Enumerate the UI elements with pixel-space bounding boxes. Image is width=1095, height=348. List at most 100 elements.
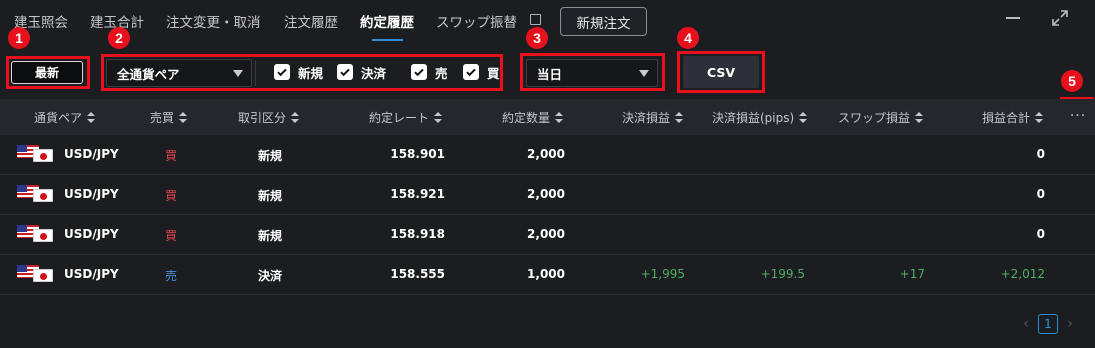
column-header-swap-pl-label: スワップ損益 bbox=[838, 111, 911, 125]
column-header-settlement-pl-label: 決済損益 bbox=[622, 111, 671, 125]
column-header-type[interactable]: 取引区分 bbox=[238, 109, 300, 126]
cell-swap-pl: +17 bbox=[899, 267, 925, 281]
cell-type: 新規 bbox=[258, 149, 283, 163]
annotation-badge-3: 3 bbox=[526, 27, 548, 49]
usd-jpy-flag-icon bbox=[17, 185, 53, 202]
table-row[interactable]: USD/JPY 売 決済 158.555 1,000 +1,995 +199.5… bbox=[0, 255, 1095, 295]
pager-current-page[interactable]: 1 bbox=[1038, 314, 1058, 334]
cell-quantity: 2,000 bbox=[527, 147, 565, 161]
usd-jpy-flag-icon bbox=[17, 265, 53, 282]
column-header-quantity[interactable]: 約定数量 bbox=[502, 109, 564, 126]
checkbox-close[interactable]: 決済 bbox=[337, 64, 387, 81]
new-order-button[interactable]: 新規注文 bbox=[560, 7, 647, 36]
chevron-down-icon bbox=[639, 70, 649, 77]
column-header-settlement-pips[interactable]: 決済損益(pips) bbox=[712, 109, 808, 126]
checkmark-icon bbox=[337, 64, 353, 80]
column-header-settlement-pips-label: 決済損益(pips) bbox=[712, 111, 795, 125]
cell-type: 新規 bbox=[258, 229, 283, 243]
checkbox-sell[interactable]: 売 bbox=[411, 64, 448, 81]
sort-icon bbox=[555, 112, 564, 123]
annotation-badge-4: 4 bbox=[677, 27, 699, 49]
cell-total-pl: 0 bbox=[1036, 227, 1045, 241]
table-row[interactable]: USD/JPY 買 新規 158.921 2,000 0 bbox=[0, 175, 1095, 215]
annotation-badge-5: 5 bbox=[1061, 70, 1083, 92]
more-options-button[interactable]: ··· bbox=[1065, 103, 1091, 129]
toolbar-divider bbox=[255, 60, 256, 86]
column-header-pair[interactable]: 通貨ペア bbox=[34, 109, 96, 126]
cell-side: 買 bbox=[165, 149, 178, 163]
filter-toolbar: 最新 全通貨ペア 新規 決済 売 買 当日 CSV bbox=[0, 50, 1095, 94]
checkbox-buy[interactable]: 買 bbox=[463, 64, 500, 81]
column-header-side[interactable]: 売買 bbox=[150, 109, 188, 126]
annotation-badge-1: 1 bbox=[8, 27, 30, 49]
sort-icon bbox=[915, 112, 924, 123]
table-header: 通貨ペア 売買 取引区分 約定レート 約定数量 決済損益 決済損益(pips) … bbox=[0, 99, 1095, 135]
cell-quantity: 1,000 bbox=[527, 267, 565, 281]
cell-pair: USD/JPY bbox=[64, 267, 119, 281]
cell-side: 売 bbox=[165, 269, 178, 283]
column-header-type-label: 取引区分 bbox=[238, 111, 287, 125]
period-select-value: 当日 bbox=[537, 66, 563, 82]
tab-order-modify-cancel[interactable]: 注文変更・取消 bbox=[166, 11, 261, 31]
checkmark-icon bbox=[274, 64, 290, 80]
table-row[interactable]: USD/JPY 買 新規 158.901 2,000 0 bbox=[0, 135, 1095, 175]
popout-icon[interactable] bbox=[530, 14, 541, 25]
column-header-rate[interactable]: 約定レート bbox=[369, 109, 443, 126]
checkbox-new-label: 新規 bbox=[298, 65, 324, 81]
cell-pair: USD/JPY bbox=[64, 187, 119, 201]
column-header-rate-label: 約定レート bbox=[369, 111, 430, 125]
table-row[interactable]: USD/JPY 買 新規 158.918 2,000 0 bbox=[0, 215, 1095, 255]
minimize-icon[interactable] bbox=[1006, 17, 1020, 19]
tab-swap-transfer[interactable]: スワップ振替 bbox=[436, 11, 517, 31]
csv-export-button[interactable]: CSV bbox=[683, 56, 759, 88]
annotation-badge-2: 2 bbox=[108, 27, 130, 49]
usd-jpy-flag-icon bbox=[17, 145, 53, 162]
period-select[interactable]: 当日 bbox=[526, 59, 658, 87]
cell-side: 買 bbox=[165, 189, 178, 203]
pager-prev-icon[interactable]: ‹ bbox=[1018, 316, 1034, 332]
cell-pair: USD/JPY bbox=[64, 147, 119, 161]
tab-execution-history[interactable]: 約定履歴 bbox=[360, 11, 414, 31]
cell-type: 新規 bbox=[258, 189, 283, 203]
expand-icon[interactable] bbox=[1051, 9, 1069, 27]
cell-settlement-pl: +1,995 bbox=[640, 267, 685, 281]
cell-rate: 158.555 bbox=[390, 267, 445, 281]
tab-order-history[interactable]: 注文履歴 bbox=[284, 11, 338, 31]
checkmark-icon bbox=[463, 64, 479, 80]
column-header-swap-pl[interactable]: スワップ損益 bbox=[838, 109, 924, 126]
column-header-pair-label: 通貨ペア bbox=[34, 111, 83, 125]
sort-icon bbox=[291, 112, 300, 123]
checkbox-new[interactable]: 新規 bbox=[274, 64, 324, 81]
pagination: ‹ 1 › bbox=[1018, 314, 1078, 334]
cell-pair: USD/JPY bbox=[64, 227, 119, 241]
cell-side: 買 bbox=[165, 229, 178, 243]
cell-rate: 158.918 bbox=[390, 227, 445, 241]
currency-pair-select-value: 全通貨ペア bbox=[117, 66, 180, 82]
cell-rate: 158.921 bbox=[390, 187, 445, 201]
chevron-down-icon bbox=[233, 70, 243, 77]
cell-quantity: 2,000 bbox=[527, 227, 565, 241]
sort-icon bbox=[179, 112, 188, 123]
currency-pair-select[interactable]: 全通貨ペア bbox=[106, 59, 252, 87]
cell-quantity: 2,000 bbox=[527, 187, 565, 201]
checkbox-close-label: 決済 bbox=[361, 65, 387, 81]
sort-icon bbox=[87, 112, 96, 123]
cell-total-pl: 0 bbox=[1036, 187, 1045, 201]
cell-settlement-pips: +199.5 bbox=[760, 267, 805, 281]
column-header-total-pl[interactable]: 損益合計 bbox=[982, 109, 1044, 126]
checkbox-sell-label: 売 bbox=[435, 65, 448, 81]
checkbox-buy-label: 買 bbox=[487, 65, 500, 81]
cell-type: 決済 bbox=[258, 269, 283, 283]
usd-jpy-flag-icon bbox=[17, 225, 53, 242]
column-header-settlement-pl[interactable]: 決済損益 bbox=[622, 109, 684, 126]
column-header-quantity-label: 約定数量 bbox=[502, 111, 551, 125]
cell-total-pl: +2,012 bbox=[1000, 267, 1045, 281]
refresh-button[interactable]: 最新 bbox=[11, 61, 83, 84]
sort-icon bbox=[799, 112, 808, 123]
sort-icon bbox=[675, 112, 684, 123]
pager-next-icon[interactable]: › bbox=[1062, 316, 1078, 332]
active-tab-indicator bbox=[372, 39, 403, 41]
column-header-side-label: 売買 bbox=[150, 111, 175, 125]
column-header-total-pl-label: 損益合計 bbox=[982, 111, 1031, 125]
sort-icon bbox=[434, 112, 443, 123]
